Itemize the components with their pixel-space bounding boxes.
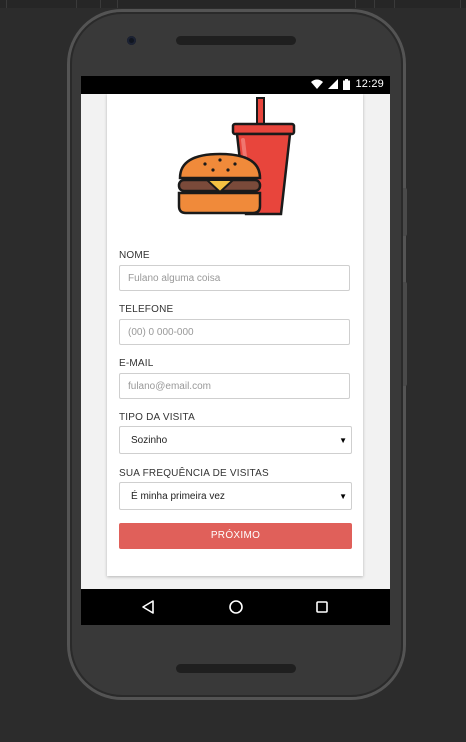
tipo-visita-select[interactable]: Sozinho ▼ [119,426,352,454]
frequencia-value: É minha primeira vez [131,491,225,502]
email-input[interactable]: fulano@email.com [119,373,350,399]
front-camera [127,36,136,45]
signal-icon [328,79,339,89]
volume-button [403,282,407,386]
dropdown-arrow-icon: ▼ [339,492,347,501]
back-triangle-icon[interactable] [140,599,156,615]
status-time: 12:29 [355,78,384,90]
frequencia-select[interactable]: É minha primeira vez ▼ [119,482,352,510]
telefone-input[interactable]: (00) 0 000-000 [119,319,350,345]
recents-square-icon[interactable] [314,599,330,615]
power-button [403,188,407,236]
wifi-icon [311,79,324,89]
tipo-visita-value: Sozinho [131,435,168,446]
next-button[interactable]: PRÓXIMO [119,523,352,549]
battery-icon [343,78,351,90]
status-bar: 12:29 [81,76,390,94]
navigation-bar [81,589,390,625]
top-speaker [176,36,296,45]
tipo-visita-label: TIPO DA VISITA [119,412,195,423]
home-circle-icon[interactable] [228,599,244,615]
nome-label: NOME [119,250,150,261]
telefone-label: TELEFONE [119,304,174,315]
background-top-strip [0,0,466,8]
nome-input[interactable]: Fulano alguma coisa [119,265,350,291]
dropdown-arrow-icon: ▼ [339,436,347,445]
device-screen: 12:29 NOME Fulano alguma coisa TELEFONE … [81,76,390,625]
burger-and-soda-icon [177,97,296,216]
frequencia-label: SUA FREQUÊNCIA DE VISITAS [119,468,269,479]
email-label: E-MAIL [119,358,154,369]
bottom-speaker [176,664,296,673]
form-card: NOME Fulano alguma coisa TELEFONE (00) 0… [107,94,363,576]
